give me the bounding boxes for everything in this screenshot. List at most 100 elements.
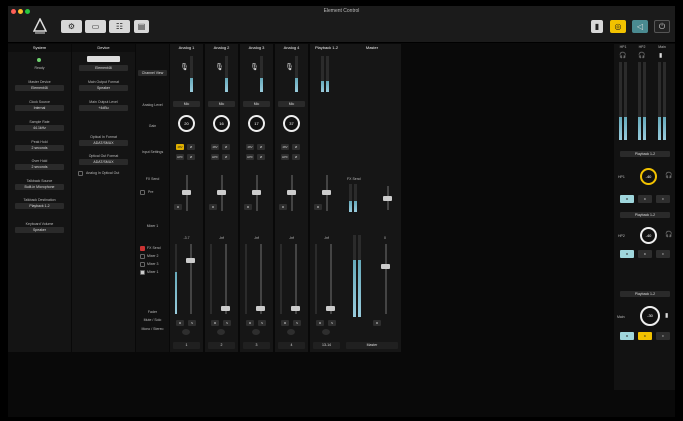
main-mute-button[interactable]: M	[620, 332, 634, 340]
main-dim-button[interactable]: D	[638, 332, 652, 340]
master-fx-fader[interactable]	[383, 196, 392, 201]
mute-button[interactable]: M	[176, 320, 184, 326]
channel-fader[interactable]	[256, 306, 265, 311]
stereo-link-button[interactable]	[322, 329, 330, 335]
sample-rate-select[interactable]: 44.1kHz	[15, 125, 64, 131]
hp2-volume-knob[interactable]: -40	[640, 227, 657, 244]
mixer3-checkbox[interactable]	[140, 262, 145, 267]
main-output-format-select[interactable]: Speaker	[79, 85, 128, 91]
device-view-button[interactable]: ▭	[85, 20, 106, 33]
pad-button[interactable]: Ø	[187, 154, 195, 160]
gain-knob[interactable]: 17	[248, 115, 265, 132]
channel-fader[interactable]	[326, 306, 335, 311]
gain-knob[interactable]: 37	[283, 115, 300, 132]
analog-level-select[interactable]: Mic	[208, 101, 235, 107]
gain-knob[interactable]: 16	[213, 115, 230, 132]
master-device-select[interactable]: Element46	[15, 85, 64, 91]
mute-button[interactable]: M	[211, 320, 219, 326]
analog-level-select[interactable]: Mic	[243, 101, 270, 107]
fx-mute-button[interactable]: M	[174, 204, 182, 210]
phantom-48v-button[interactable]: 48V	[211, 144, 219, 150]
talkback-destination-select[interactable]: Playback 1-2	[15, 203, 64, 209]
fx-send-fader[interactable]	[252, 190, 261, 195]
phantom-48v-button[interactable]: 48V	[281, 144, 289, 150]
mute-button[interactable]: M	[316, 320, 324, 326]
fx-mute-button[interactable]: M	[209, 204, 217, 210]
hpf-button[interactable]: HPF	[211, 154, 219, 160]
channel-fader[interactable]	[186, 258, 195, 263]
hp2-dim-button[interactable]: D	[638, 250, 652, 258]
hpf-button[interactable]: HPF	[281, 154, 289, 160]
mute-button[interactable]: M	[246, 320, 254, 326]
main-source-select[interactable]: Playback 1-2	[620, 291, 670, 297]
phase-button[interactable]: Ø	[257, 144, 265, 150]
fx-mute-button[interactable]: M	[279, 204, 287, 210]
mixer1-checkbox[interactable]	[140, 270, 145, 275]
analog-level-select[interactable]: Mic	[173, 101, 200, 107]
mute-all-button[interactable]: ◁	[632, 20, 648, 33]
talkback-source-select[interactable]: Built-in Microphone	[15, 184, 64, 190]
stereo-link-button[interactable]	[252, 329, 260, 335]
solo-button[interactable]: S	[223, 320, 231, 326]
channel-view-button[interactable]: Channel View	[138, 70, 167, 76]
solo-button[interactable]: S	[188, 320, 196, 326]
hp1-dim-button[interactable]: D	[638, 195, 652, 203]
stereo-link-button[interactable]	[217, 329, 225, 335]
fx-send-mixer-checkbox[interactable]	[140, 246, 145, 251]
peak-hold-select[interactable]: 2 seconds	[15, 145, 64, 151]
optical-in-format-select[interactable]: ADAT/SMUX	[79, 140, 128, 146]
hp2-source-select[interactable]: Playback 1-2	[620, 212, 670, 218]
solo-button[interactable]: S	[328, 320, 336, 326]
analog-level-select[interactable]: Mic	[278, 101, 305, 107]
hp1-volume-knob[interactable]: -40	[640, 168, 657, 185]
solo-button[interactable]: S	[258, 320, 266, 326]
dim-button[interactable]: ◎	[610, 20, 626, 33]
keyboard-volume-select[interactable]: Speaker	[15, 227, 64, 233]
analog-in-optical-out-checkbox[interactable]	[78, 171, 83, 176]
main-output-level-select[interactable]: +4dBu	[79, 105, 128, 111]
hp1-sum-button[interactable]: Σ	[656, 195, 670, 203]
hp2-mute-button[interactable]: M	[620, 250, 634, 258]
stereo-link-button[interactable]	[182, 329, 190, 335]
hp2-sum-button[interactable]: Σ	[656, 250, 670, 258]
fx-send-fader[interactable]	[217, 190, 226, 195]
pad-button[interactable]: Ø	[222, 154, 230, 160]
hp1-source-select[interactable]: Playback 1-2	[620, 151, 670, 157]
fx-mute-button[interactable]: M	[314, 204, 322, 210]
device-name[interactable]: Element46	[79, 65, 128, 71]
mixer2-checkbox[interactable]	[140, 254, 145, 259]
pre-checkbox[interactable]	[140, 190, 145, 195]
fx-send-fader[interactable]	[287, 190, 296, 195]
pad-button[interactable]: Ø	[257, 154, 265, 160]
remote-view-button[interactable]: ▤	[134, 20, 149, 33]
stereo-link-button[interactable]	[287, 329, 295, 335]
phase-button[interactable]: Ø	[187, 144, 195, 150]
power-button[interactable]: ⏻	[654, 20, 670, 33]
gain-knob[interactable]: 20	[178, 115, 195, 132]
settings-button[interactable]: ⚙	[61, 20, 82, 33]
talkback-button[interactable]: ▮	[591, 20, 603, 33]
phase-button[interactable]: Ø	[222, 144, 230, 150]
fx-mute-button[interactable]: M	[244, 204, 252, 210]
main-sum-button[interactable]: Σ	[656, 332, 670, 340]
fx-send-fader[interactable]	[182, 190, 191, 195]
channel-fader[interactable]	[221, 306, 230, 311]
hpf-button[interactable]: HPF	[246, 154, 254, 160]
hp1-mute-button[interactable]: M	[620, 195, 634, 203]
phantom-48v-button[interactable]: 48V	[176, 144, 184, 150]
phantom-48v-button[interactable]: 48V	[246, 144, 254, 150]
main-volume-knob[interactable]: -30	[640, 306, 660, 326]
master-mute-button[interactable]: M	[373, 320, 381, 326]
channel-fader[interactable]	[291, 306, 300, 311]
pad-button[interactable]: Ø	[292, 154, 300, 160]
mixer-view-button[interactable]: ☷	[109, 20, 130, 33]
fx-send-fader[interactable]	[322, 190, 331, 195]
clock-source-select[interactable]: Internal	[15, 105, 64, 111]
master-fader[interactable]	[381, 264, 390, 269]
mute-button[interactable]: M	[281, 320, 289, 326]
hpf-button[interactable]: HPF	[176, 154, 184, 160]
phase-button[interactable]: Ø	[292, 144, 300, 150]
solo-button[interactable]: S	[293, 320, 301, 326]
over-hold-select[interactable]: 2 seconds	[15, 164, 64, 170]
optical-out-format-select[interactable]: ADAT/SMUX	[79, 159, 128, 165]
